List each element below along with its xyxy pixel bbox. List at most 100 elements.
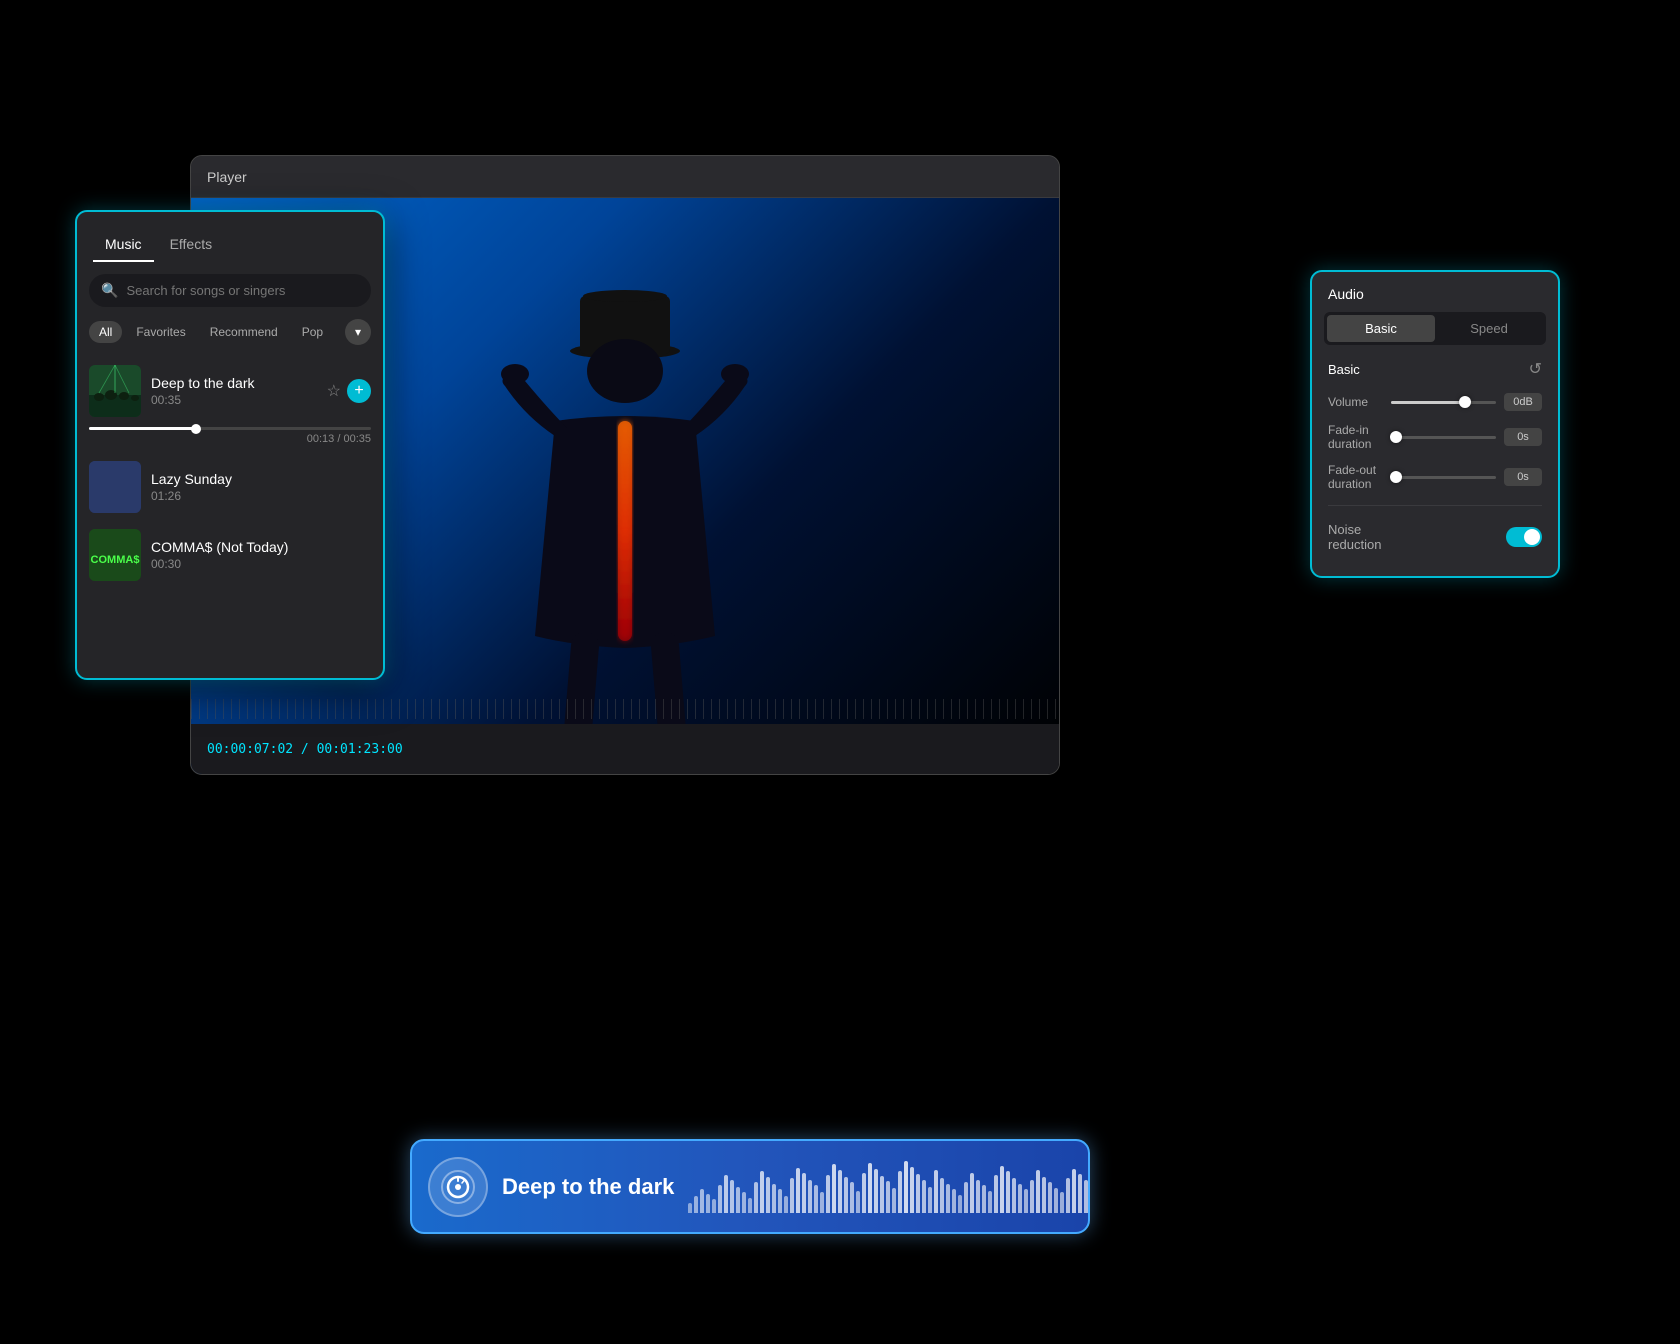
waveform-bar xyxy=(1024,1189,1028,1213)
fade-in-thumb[interactable] xyxy=(1390,431,1402,443)
waveform-bar xyxy=(868,1163,872,1213)
waveform-bar xyxy=(916,1174,920,1213)
waveform-bar xyxy=(1012,1178,1016,1213)
waveform-bar xyxy=(982,1185,986,1213)
waveform-bar xyxy=(862,1173,866,1213)
tab-effects[interactable]: Effects xyxy=(158,228,225,262)
section-basic-label: Basic ↺ xyxy=(1312,359,1558,387)
list-item[interactable]: COMMA$ COMMA$ (Not Today) 00:30 xyxy=(77,521,383,589)
song-info: Lazy Sunday 01:26 xyxy=(151,471,371,503)
waveform-bar xyxy=(1066,1178,1070,1213)
song-name: COMMA$ (Not Today) xyxy=(151,539,371,555)
waveform-bar xyxy=(1048,1182,1052,1213)
fade-out-thumb[interactable] xyxy=(1390,471,1402,483)
person-silhouette xyxy=(455,256,795,774)
waveform-bar xyxy=(844,1177,848,1213)
waveform-bar xyxy=(886,1181,890,1213)
time-display: 00:00:07:02 / 00:01:23:00 xyxy=(207,742,403,757)
fade-in-control-row: Fade-induration 0s xyxy=(1312,417,1558,457)
waveform-bar xyxy=(946,1184,950,1213)
waveform-bar xyxy=(904,1161,908,1213)
toggle-knob xyxy=(1524,529,1540,545)
waveform-bar xyxy=(1078,1174,1082,1213)
filter-more-button[interactable]: ▾ xyxy=(345,319,371,345)
tab-music[interactable]: Music xyxy=(93,228,154,262)
waveform-bar xyxy=(892,1188,896,1213)
waveform-bar xyxy=(724,1175,728,1213)
waveform-bar xyxy=(838,1170,842,1213)
waveform-bar xyxy=(970,1173,974,1213)
filter-recommend[interactable]: Recommend xyxy=(200,321,288,343)
search-bar[interactable]: 🔍 xyxy=(89,274,371,307)
add-to-timeline-button[interactable]: + xyxy=(347,379,371,403)
waveform-bar xyxy=(1054,1188,1058,1213)
waveform-bar xyxy=(814,1185,818,1213)
noise-reduction-toggle[interactable] xyxy=(1506,527,1542,547)
list-item[interactable]: Lazy Sunday 01:26 xyxy=(77,453,383,521)
waveform-bar xyxy=(694,1196,698,1213)
song-progress[interactable]: 00:13 / 00:35 xyxy=(77,425,383,453)
favorite-button[interactable]: ☆ xyxy=(327,381,341,401)
song-thumbnail xyxy=(89,365,141,417)
waveform-bar xyxy=(736,1187,740,1213)
filter-row: All Favorites Recommend Pop ▾ xyxy=(77,319,383,353)
music-logo xyxy=(440,1169,476,1205)
waveform-bar xyxy=(1060,1192,1064,1213)
search-input[interactable] xyxy=(126,283,359,298)
fade-out-slider[interactable] xyxy=(1391,476,1496,479)
waveform-bar xyxy=(820,1192,824,1213)
waveform-bar xyxy=(994,1175,998,1213)
divider xyxy=(1328,505,1542,506)
song-info: COMMA$ (Not Today) 00:30 xyxy=(151,539,371,571)
noise-reduction-row: Noisereduction xyxy=(1312,514,1558,560)
waveform-bar xyxy=(910,1167,914,1213)
volume-value: 0dB xyxy=(1504,393,1542,411)
waveform-bar xyxy=(772,1184,776,1213)
waveform-bar xyxy=(1084,1180,1088,1213)
waveform-bar xyxy=(784,1196,788,1213)
progress-thumb xyxy=(191,424,201,434)
waveform-bar xyxy=(850,1182,854,1213)
waveform-bar xyxy=(826,1175,830,1213)
fade-in-slider[interactable] xyxy=(1391,436,1496,439)
waveform-bar xyxy=(718,1185,722,1213)
waveform-bar xyxy=(898,1171,902,1213)
waveform-bar xyxy=(700,1189,704,1213)
waveform-bar xyxy=(1036,1170,1040,1213)
timeline-bar[interactable]: 00:00:07:02 / 00:01:23:00 xyxy=(191,724,1059,774)
waveform-bar xyxy=(988,1191,992,1213)
waveform-bar xyxy=(922,1180,926,1213)
thumb-art xyxy=(89,365,141,417)
waveform-bar xyxy=(958,1195,962,1213)
list-item[interactable]: Deep to the dark 00:35 ☆ + xyxy=(77,357,383,425)
fade-out-value: 0s xyxy=(1504,468,1542,486)
song-name: Deep to the dark xyxy=(151,375,317,391)
filter-favorites[interactable]: Favorites xyxy=(126,321,195,343)
tab-speed[interactable]: Speed xyxy=(1435,315,1543,342)
waveform-bar xyxy=(964,1182,968,1213)
waveform-bar xyxy=(748,1198,752,1213)
waveform-bar xyxy=(1018,1184,1022,1213)
waveform-bar xyxy=(1072,1169,1076,1213)
reset-icon[interactable]: ↺ xyxy=(1529,359,1542,379)
song-info: Deep to the dark 00:35 xyxy=(151,375,317,407)
search-icon: 🔍 xyxy=(101,282,118,299)
song-actions: ☆ + xyxy=(327,379,371,403)
timeline-dots xyxy=(191,699,1059,719)
progress-track[interactable] xyxy=(89,427,371,430)
filter-pop[interactable]: Pop xyxy=(292,321,333,343)
waveform-bar xyxy=(712,1199,716,1213)
waveform-bar xyxy=(880,1176,884,1213)
waveform-bar xyxy=(928,1187,932,1213)
thumb-art xyxy=(89,461,141,513)
volume-thumb[interactable] xyxy=(1459,396,1471,408)
volume-slider[interactable] xyxy=(1391,401,1496,404)
filter-all[interactable]: All xyxy=(89,321,122,343)
noise-reduction-label: Noisereduction xyxy=(1328,522,1498,552)
tab-basic[interactable]: Basic xyxy=(1327,315,1435,342)
waveform-bar xyxy=(754,1182,758,1213)
waveform-bar xyxy=(688,1203,692,1213)
fade-in-label: Fade-induration xyxy=(1328,423,1383,451)
song-list: Deep to the dark 00:35 ☆ + 00:13 / 00:35 xyxy=(77,353,383,593)
player-titlebar: Player xyxy=(191,156,1059,198)
